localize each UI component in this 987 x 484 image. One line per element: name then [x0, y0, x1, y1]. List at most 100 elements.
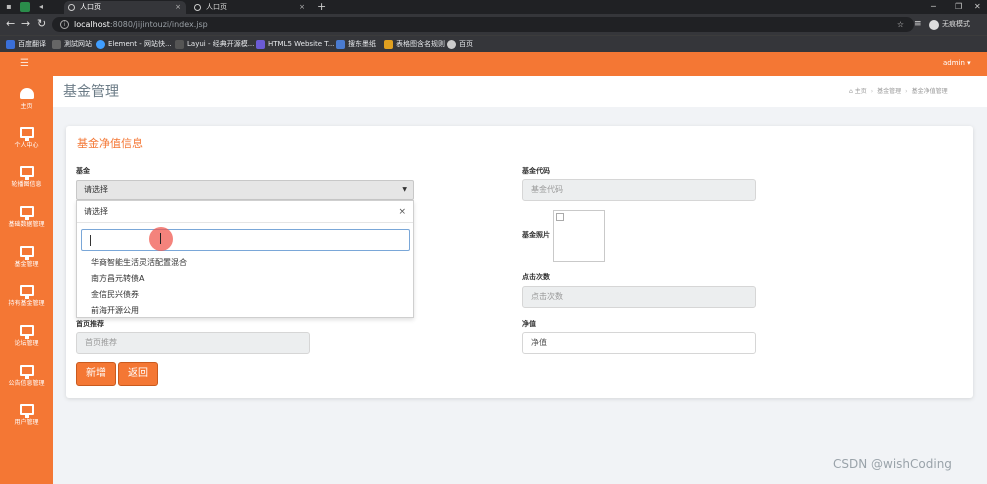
- bookmark-item[interactable]: Layui - 经典开源模...: [175, 39, 254, 50]
- dashboard-icon: [19, 88, 34, 99]
- sidebar-item-label: 用户管理: [14, 419, 39, 426]
- page-title: 基金管理: [63, 84, 119, 100]
- bookmark-favicon-icon: [96, 40, 105, 49]
- page-header: 基金管理 ⌂ 主页 › 基金管理 › 基金净值管理: [53, 76, 987, 107]
- code-label: 基金代码: [522, 167, 550, 175]
- fund-photo-preview[interactable]: [553, 210, 605, 262]
- sidebar-item-forum[interactable]: 论坛管理: [0, 319, 53, 359]
- bookmark-item[interactable]: 百度翻译: [6, 39, 46, 50]
- back-arrow-icon[interactable]: ←: [6, 17, 15, 31]
- sidebar-item-personal-center[interactable]: 个人中心: [0, 121, 53, 161]
- sidebar-item-label: 基金管理: [14, 261, 39, 268]
- sidebar-item-notices[interactable]: 公告信息管理: [0, 359, 53, 399]
- url-host: localhost: [74, 20, 110, 29]
- recommend-input[interactable]: 首页推荐: [76, 332, 310, 354]
- monitor-icon: [19, 127, 34, 141]
- url-path: :8080/jijintouzi/index.jsp: [109, 20, 208, 29]
- dropdown-option[interactable]: 南方昌元转债A: [91, 273, 144, 284]
- bookmark-favicon-icon: [256, 40, 265, 49]
- sidebar-item-label: 公告信息管理: [8, 380, 45, 387]
- browser-toolbar: ← → ↻ i localhost:8080/jijintouzi/index.…: [0, 14, 987, 35]
- bookmark-label: 百页: [459, 40, 473, 48]
- close-tab-icon[interactable]: ×: [299, 1, 305, 14]
- sidebar: 主页 个人中心 轮播图信息 基础数据管理 基金管理 持有基金管理 论坛管理 公告…: [0, 76, 53, 484]
- sidebar-item-label: 个人中心: [14, 142, 39, 149]
- address-bar[interactable]: i localhost:8080/jijintouzi/index.jsp ☆: [52, 17, 914, 32]
- breadcrumb-level2: 基金净值管理: [911, 88, 948, 95]
- close-tab-icon[interactable]: ×: [175, 1, 181, 14]
- monitor-icon: [19, 206, 34, 220]
- sidebar-item-label: 论坛管理: [14, 340, 39, 347]
- window-menu-icon[interactable]: ▪: [4, 2, 14, 12]
- tab-search-icon[interactable]: ≡: [914, 17, 922, 31]
- incognito-icon: [929, 19, 939, 30]
- hamburger-icon[interactable]: ☰: [20, 58, 29, 70]
- breadcrumb-level1[interactable]: 基金管理: [877, 88, 901, 95]
- main-content: 基金管理 ⌂ 主页 › 基金管理 › 基金净值管理 基金净值信息 基金 请选择 ▼ 请选…: [53, 76, 987, 484]
- media-icon[interactable]: ◂: [36, 2, 46, 12]
- dropdown-search-input[interactable]: [81, 227, 410, 251]
- profile-label: 无痕模式: [942, 20, 970, 28]
- bookmark-star-icon[interactable]: ☆: [897, 17, 904, 32]
- sidebar-item-users[interactable]: 用户管理: [0, 398, 53, 438]
- site-info-icon[interactable]: i: [60, 20, 69, 29]
- bookmark-item[interactable]: 搜东墨纸: [336, 39, 376, 50]
- browser-tab-strip: ▪ ◂ 人口页 × 人口页 × + ─ ❐ ✕: [0, 0, 987, 14]
- sidebar-item-holding-fund[interactable]: 持有基金管理: [0, 279, 53, 319]
- browser-tab-inactive[interactable]: 人口页 ×: [190, 1, 310, 14]
- extension-icon[interactable]: [20, 2, 30, 12]
- minimize-icon[interactable]: ─: [931, 0, 936, 14]
- bookmark-label: 測試网站: [64, 40, 92, 48]
- bookmark-item[interactable]: 表格图含名规则: [384, 39, 445, 50]
- bookmark-label: HTML5 Website T...: [268, 40, 335, 48]
- user-menu[interactable]: admin ▾: [943, 58, 971, 69]
- restore-icon[interactable]: ❐: [955, 0, 962, 14]
- monitor-icon: [19, 166, 34, 180]
- sidebar-item-label: 轮播图信息: [11, 181, 42, 188]
- bookmark-item[interactable]: 測試网站: [52, 39, 92, 50]
- forward-arrow-icon[interactable]: →: [21, 17, 30, 31]
- breadcrumb-separator: ›: [905, 88, 908, 95]
- dropdown-option[interactable]: 华商智能生活灵活配置混合: [91, 257, 187, 268]
- sidebar-item-fund-management[interactable]: 基金管理: [0, 240, 53, 280]
- nav-input[interactable]: 净值: [522, 332, 756, 354]
- bookmark-item[interactable]: Element - 网站快...: [96, 39, 172, 50]
- bookmark-favicon-icon: [384, 40, 393, 49]
- app-header: ☰ admin ▾: [0, 52, 987, 76]
- breadcrumb-home[interactable]: 主页: [855, 88, 867, 95]
- bookmark-label: 搜东墨纸: [348, 40, 376, 48]
- add-button[interactable]: 新增: [76, 362, 116, 386]
- monitor-icon: [19, 325, 34, 339]
- sidebar-item-carousel[interactable]: 轮播图信息: [0, 160, 53, 200]
- incognito-profile[interactable]: 无痕模式: [929, 18, 970, 31]
- tab-title: 人口页: [206, 3, 227, 11]
- new-tab-icon[interactable]: +: [317, 0, 326, 14]
- broken-image-icon: [556, 213, 564, 221]
- breadcrumb: ⌂ 主页 › 基金管理 › 基金净值管理: [849, 87, 948, 96]
- clicks-input[interactable]: 点击次数: [522, 286, 756, 308]
- monitor-icon: [19, 365, 34, 379]
- close-window-icon[interactable]: ✕: [974, 0, 981, 14]
- reload-icon[interactable]: ↻: [37, 17, 46, 31]
- dropdown-selected-label: 请选择: [84, 207, 108, 216]
- code-input[interactable]: 基金代码: [522, 179, 756, 201]
- monitor-icon: [19, 285, 34, 299]
- sidebar-item-basic-data[interactable]: 基础数据管理: [0, 200, 53, 240]
- browser-tab-active[interactable]: 人口页 ×: [64, 1, 186, 14]
- fund-dropdown: 请选择 × 华商智能生活灵活配置混合 南方昌元转债A 金信民兴债券 前海开源公用: [76, 200, 414, 318]
- clear-icon[interactable]: ×: [398, 201, 406, 223]
- bookmark-favicon-icon: [6, 40, 15, 49]
- nav-label: 净值: [522, 320, 536, 328]
- sidebar-item-home[interactable]: 主页: [0, 82, 53, 122]
- dropdown-option[interactable]: 金信民兴债券: [91, 289, 139, 300]
- sidebar-item-label: 主页: [20, 103, 33, 110]
- bookmark-item[interactable]: HTML5 Website T...: [256, 39, 334, 50]
- bookmark-label: 百度翻译: [18, 40, 46, 48]
- dropdown-selected[interactable]: 请选择 ×: [77, 201, 413, 223]
- window-icons: ▪ ◂: [4, 2, 46, 12]
- dropdown-option[interactable]: 前海开源公用: [91, 305, 139, 316]
- bookmark-item[interactable]: 百页: [447, 39, 473, 50]
- back-button[interactable]: 返回: [118, 362, 158, 386]
- fund-select[interactable]: 请选择 ▼: [76, 180, 414, 200]
- recommend-label: 首页推荐: [76, 320, 104, 328]
